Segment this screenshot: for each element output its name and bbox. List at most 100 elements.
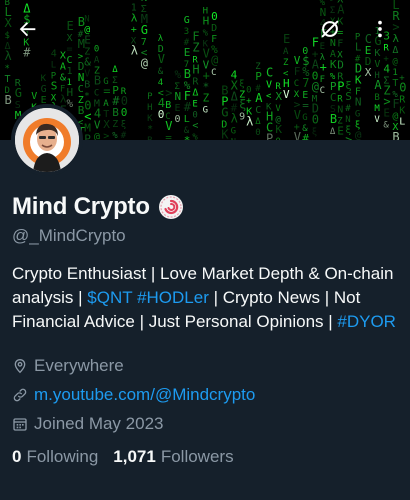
following-link[interactable]: 0 Following [12, 447, 98, 467]
hashtag-dyor-link[interactable]: #DYOR [337, 312, 396, 331]
avatar[interactable] [11, 104, 83, 176]
matrix-glyph: % [112, 131, 118, 140]
matrix-glyph: & [84, 55, 91, 68]
matrix-glyph: P [255, 70, 262, 83]
matrix-glyph: B [330, 112, 337, 126]
user-handle: @_MindCrypto [12, 226, 126, 245]
matrix-glyph: B [392, 130, 399, 140]
matrix-glyph: @ [392, 57, 398, 67]
matrix-glyph: % [192, 133, 198, 140]
matrix-glyph: P [337, 79, 344, 93]
matrix-glyph: C [266, 66, 273, 80]
matrix-glyph: 0 [275, 137, 280, 140]
matrix-glyph: G [184, 15, 190, 26]
matrix-glyph: A [255, 91, 263, 105]
matrix-glyph: E [84, 33, 91, 46]
matrix-glyph: > [165, 86, 172, 100]
matrix-glyph: & [60, 72, 66, 83]
matrix-glyph: V [283, 88, 290, 101]
matrix-glyph: @ [312, 79, 319, 93]
matrix-glyph: S [345, 90, 352, 103]
matrix-glyph: G [15, 86, 22, 100]
grok-button[interactable] [313, 12, 347, 46]
matrix-glyph: λ [5, 49, 12, 63]
matrix-glyph: B [94, 74, 101, 88]
matrix-glyph: F [294, 65, 301, 78]
matrix-glyph: < [192, 121, 198, 132]
matrix-glyph: K [221, 128, 229, 141]
location-text: Everywhere [34, 356, 124, 375]
matrix-glyph: 0 [255, 128, 260, 138]
matrix-glyph: N [345, 115, 350, 125]
grok-icon [321, 20, 339, 38]
matrix-glyph: Δ [255, 117, 261, 127]
matrix-glyph: G [41, 84, 47, 95]
matrix-glyph: X [365, 66, 372, 79]
matrix-glyph: T [5, 74, 11, 85]
matrix-glyph: K [41, 74, 47, 84]
matrix-glyph: Δ [330, 127, 336, 137]
matrix-glyph: A [103, 99, 109, 109]
matrix-glyph: 1 [392, 68, 397, 78]
matrix-glyph: P [147, 92, 153, 102]
matrix-glyph: > [103, 131, 109, 140]
joined-row: Joined May 2023 [12, 412, 402, 436]
matrix-glyph: B [84, 79, 90, 90]
matrix-glyph: < [266, 92, 272, 102]
matrix-glyph: X [103, 118, 110, 131]
back-button[interactable] [11, 12, 45, 46]
matrix-glyph: @ [141, 56, 148, 70]
avatar-image [15, 108, 79, 172]
matrix-glyph: K [330, 58, 337, 71]
matrix-glyph: λ [231, 111, 238, 125]
matrix-glyph: & [383, 120, 389, 130]
matrix-glyph: 0 [399, 81, 406, 95]
matrix-glyph: C [67, 55, 73, 66]
cashtag-qnt-link[interactable]: $QNT [87, 288, 132, 307]
matrix-glyph: # [23, 45, 31, 59]
matrix-glyph: $ [5, 31, 10, 41]
matrix-glyph: * [5, 64, 10, 74]
matrix-glyph: @ [211, 53, 218, 67]
matrix-glyph: T [392, 78, 398, 89]
matrix-glyph: # [184, 100, 192, 114]
hashtag-hodler-link[interactable]: #HODLer [137, 288, 209, 307]
matrix-glyph: V [294, 130, 301, 140]
matrix-glyph: 3 [184, 27, 189, 37]
matrix-glyph: λ [246, 114, 253, 128]
matrix-glyph: K [355, 73, 362, 86]
matrix-glyph: 4 [51, 49, 57, 60]
followers-link[interactable]: 1,071 Followers [113, 447, 233, 467]
matrix-glyph: G [231, 126, 236, 136]
matrix-glyph: # [302, 132, 309, 140]
matrix-glyph: = [302, 99, 309, 112]
matrix-glyph: V [158, 52, 165, 66]
website-link[interactable]: m.youtube.com/@Mindcrypto [34, 385, 255, 405]
matrix-glyph: E [383, 106, 390, 119]
matrix-glyph: M [374, 104, 380, 114]
location-pin-icon [14, 358, 26, 374]
matrix-glyph: 0 [246, 85, 251, 95]
matrix-glyph: @ [392, 111, 398, 122]
matrix-glyph: * [184, 134, 191, 140]
matrix-glyph: B [147, 136, 152, 140]
matrix-glyph: % [67, 97, 74, 110]
matrix-glyph: ξ [239, 79, 244, 89]
matrix-glyph: E [175, 103, 181, 114]
matrix-glyph: 0 [312, 112, 319, 126]
matrix-glyph: K [147, 114, 153, 124]
matrix-glyph: G [355, 109, 360, 119]
matrix-glyph: A [60, 61, 66, 72]
matrix-glyph: L [184, 114, 190, 125]
matrix-glyph: X [60, 50, 66, 61]
matrix-glyph: 0 [94, 45, 99, 55]
followers-label: Followers [160, 447, 234, 466]
following-label: Following [26, 447, 99, 466]
matrix-glyph: 9 [239, 111, 245, 122]
matrix-glyph: > [345, 133, 352, 140]
matrix-glyph: C [78, 84, 84, 95]
matrix-glyph: Z [283, 58, 289, 68]
matrix-glyph: @ [355, 128, 362, 140]
more-options-button[interactable] [363, 12, 397, 46]
matrix-glyph: ξ [312, 127, 317, 137]
